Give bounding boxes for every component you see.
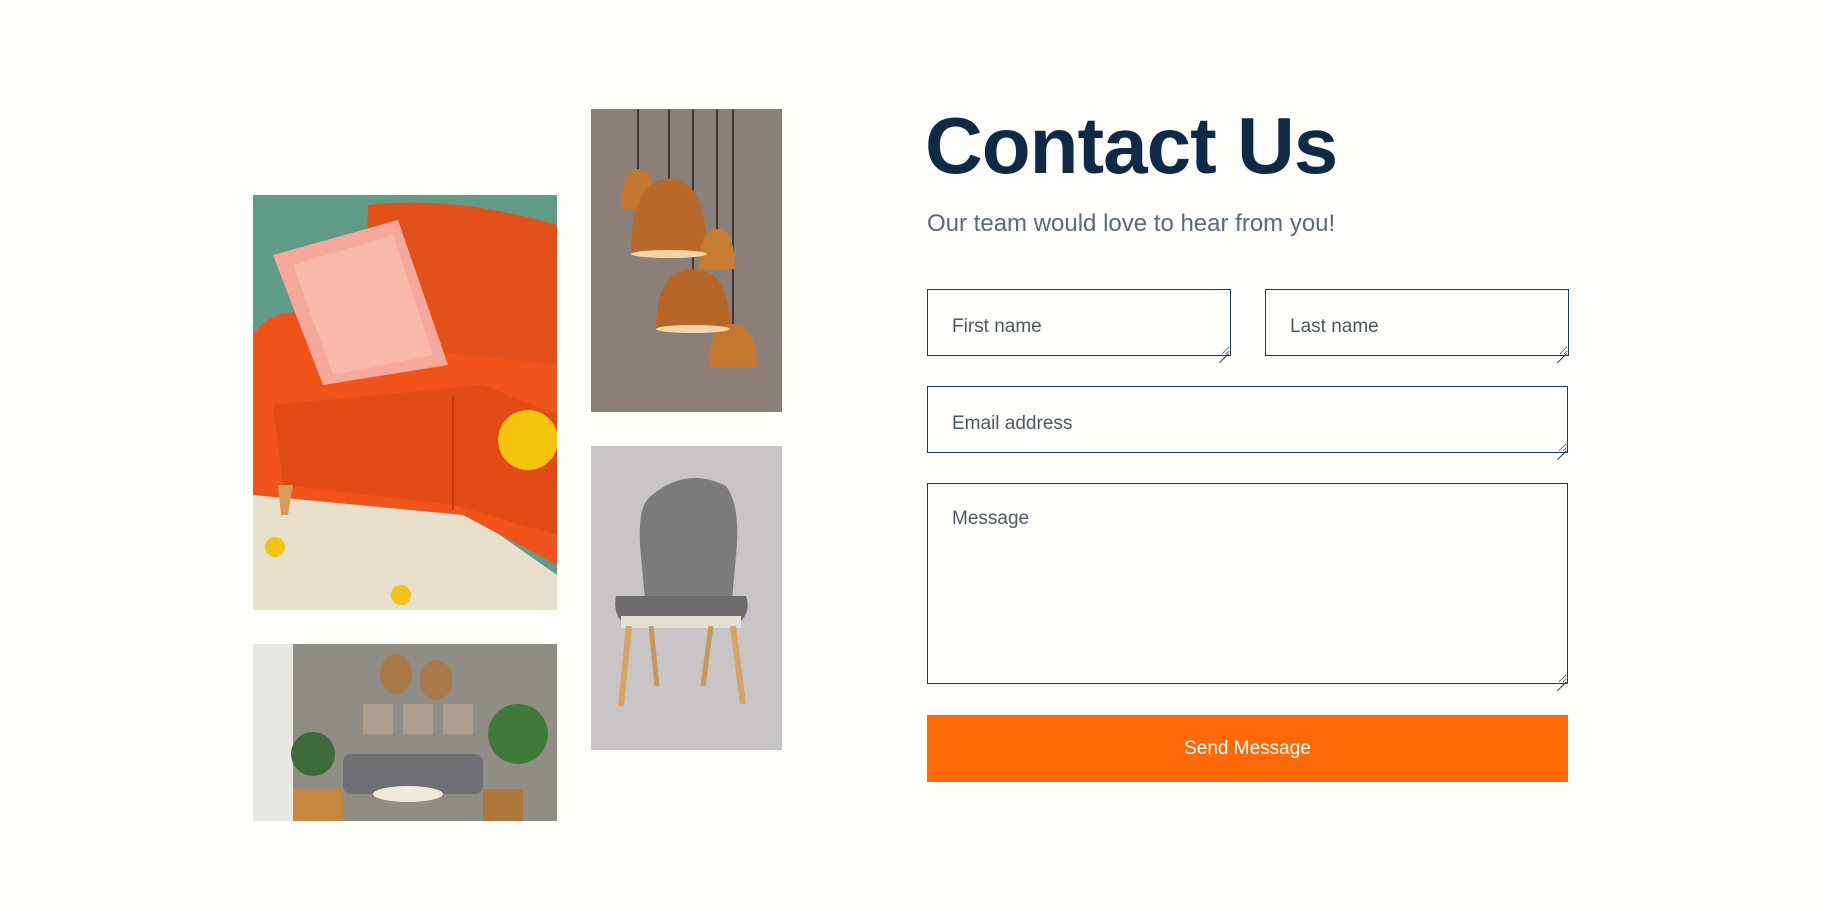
page-subtitle: Our team would love to hear from you! — [927, 210, 1336, 237]
living-room-photo — [253, 644, 557, 821]
pendant-lamps-photo — [591, 109, 782, 412]
send-message-button[interactable]: Send Message — [927, 715, 1568, 782]
orange-sofa-photo — [253, 195, 557, 610]
first-name-field[interactable] — [927, 289, 1231, 356]
page-title: Contact Us — [925, 101, 1338, 190]
grey-chair-photo — [591, 446, 782, 750]
message-field[interactable] — [927, 483, 1568, 684]
last-name-field[interactable] — [1265, 289, 1569, 356]
email-field[interactable] — [927, 386, 1568, 453]
